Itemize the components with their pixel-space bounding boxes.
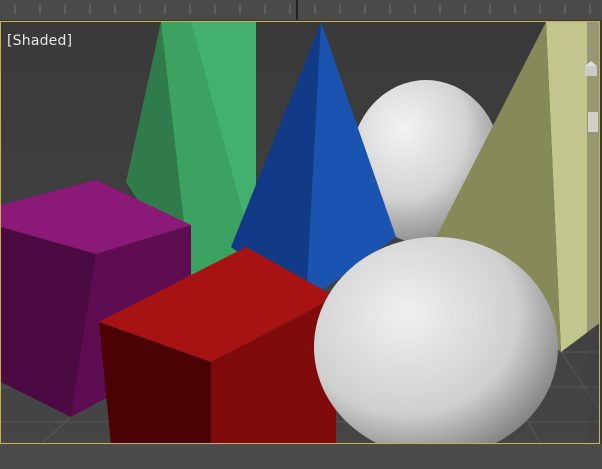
- viewport[interactable]: [Shaded]: [0, 21, 600, 444]
- viewport-shading-label[interactable]: [Shaded]: [7, 33, 72, 49]
- viewcube-icon[interactable]: [583, 50, 599, 140]
- ruler-ticks: [0, 0, 602, 20]
- viewport-scene: [1, 22, 599, 443]
- top-ruler: [0, 0, 602, 20]
- max-viewport-app: [Shaded]: [0, 0, 602, 469]
- bottom-bar: [0, 444, 602, 469]
